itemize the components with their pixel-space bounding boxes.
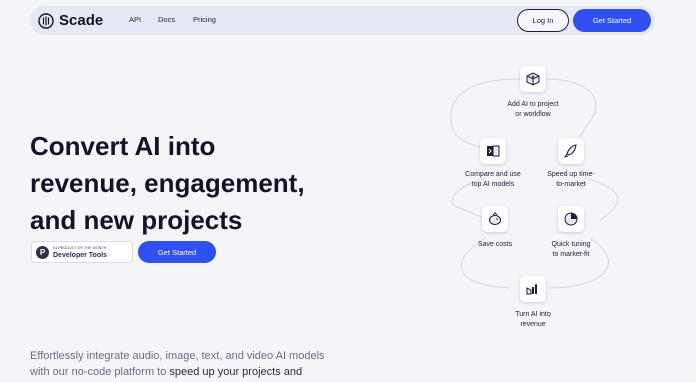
login-button[interactable]: Log In <box>517 9 569 32</box>
nav-link-pricing[interactable]: Pricing <box>193 15 216 24</box>
hero-title-line-3: and new projects <box>30 205 243 235</box>
brand[interactable]: Scade <box>38 12 103 29</box>
product-hunt-icon: P <box>36 246 49 259</box>
step-turn-ai-label: Turn AI into revenue <box>515 311 551 328</box>
growth-chart-icon <box>520 276 546 302</box>
pie-chart-icon <box>558 206 584 232</box>
subtext-line-2: with our no-code platform to <box>30 366 170 378</box>
piggy-bank-icon <box>482 206 508 232</box>
hero-title-line-2: revenue, engagement, <box>30 168 305 198</box>
step-add-ai-label: Add AI to project or workflow <box>507 101 559 118</box>
step-quick-tuning-label: Quick tuning to market-fit <box>551 241 591 258</box>
cube-plus-icon <box>520 66 546 92</box>
nav-get-started-button[interactable]: Get Started <box>573 9 651 32</box>
subtext-line-1: Effortlessly integrate audio, image, tex… <box>30 350 325 362</box>
hero-get-started-button[interactable]: Get Started <box>138 241 216 263</box>
nav-link-docs[interactable]: Docs <box>158 15 175 24</box>
step-compare-label: Compare and use top AI models <box>465 171 521 188</box>
hero-title: Convert AI into revenue, engagement, and… <box>30 128 340 239</box>
badge-caption: #1 PRODUCT OF THE MONTH <box>53 246 107 250</box>
hero-title-line-1: Convert AI into <box>30 131 216 161</box>
nav-link-api[interactable]: API <box>129 15 141 24</box>
compare-models-icon <box>480 138 506 164</box>
badge-title: Developer Tools <box>53 252 107 259</box>
product-hunt-badge[interactable]: P #1 PRODUCT OF THE MONTH Developer Tool… <box>31 241 133 263</box>
brand-name: Scade <box>59 12 104 29</box>
subtext-line-2-emphasis: speed up your projects and <box>169 366 303 378</box>
rocket-icon <box>558 138 584 164</box>
top-navbar: Scade API Docs Pricing Log In Get Starte… <box>30 6 655 35</box>
step-speed-up-label: Speed up time-to-market <box>547 171 595 188</box>
scade-logo-icon <box>38 12 54 29</box>
hero-subtext: Effortlessly integrate audio, image, tex… <box>30 348 350 380</box>
